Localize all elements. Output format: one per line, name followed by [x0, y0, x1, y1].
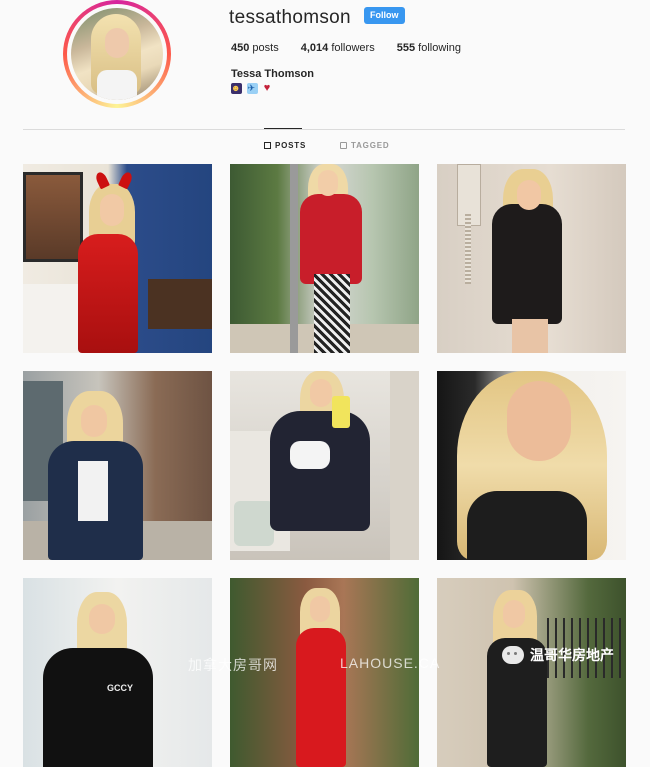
person-face: [81, 405, 107, 437]
post-thumbnail[interactable]: [437, 578, 626, 767]
tab-tagged-label: TAGGED: [351, 141, 390, 150]
post-thumbnail[interactable]: [437, 164, 626, 353]
posts-grid: GCCY: [23, 164, 626, 767]
following-stat[interactable]: 555 following: [397, 42, 461, 54]
avatar-face: [105, 28, 129, 58]
post-thumbnail[interactable]: [230, 164, 419, 353]
tab-tagged[interactable]: TAGGED: [340, 141, 389, 150]
black-sweatshirt: [43, 648, 153, 767]
posts-count: 450: [231, 42, 250, 54]
watermark-middle: LAHOUSE.CA: [340, 655, 441, 671]
legs: [512, 319, 548, 353]
grid-icon: [264, 142, 271, 149]
followers-label: followers: [331, 42, 375, 54]
profile-bio: ☻ ✈ ♥: [231, 83, 274, 94]
post-thumbnail[interactable]: GCCY: [23, 578, 212, 767]
dark-outfit: [270, 411, 370, 531]
avatar[interactable]: [71, 8, 163, 100]
window-frame: [290, 164, 298, 353]
post-thumbnail[interactable]: [230, 371, 419, 560]
white-top: [290, 441, 330, 469]
post-thumbnail[interactable]: [437, 371, 626, 560]
profile-username: tessathomson: [229, 7, 351, 28]
checkered-pants: [314, 274, 350, 353]
followers-stat[interactable]: 4,014 followers: [301, 42, 375, 54]
tabs-divider: [23, 129, 625, 130]
tag-icon: [340, 142, 347, 149]
following-count: 555: [396, 42, 416, 54]
followers-count: 4,014: [300, 42, 329, 54]
person-face: [310, 379, 332, 407]
person-face: [100, 194, 124, 226]
red-costume: [78, 234, 138, 353]
mirror-edge: [390, 371, 419, 560]
post-thumbnail[interactable]: [23, 164, 212, 353]
active-tab-indicator: [264, 128, 302, 129]
person-face: [517, 180, 541, 210]
person-face: [318, 170, 338, 196]
red-dress: [296, 628, 346, 767]
heart-emoji-icon: ♥: [263, 82, 273, 94]
posts-label: posts: [252, 42, 279, 54]
post-thumbnail[interactable]: [23, 371, 212, 560]
white-shirt: [78, 461, 108, 521]
wall-painting: [23, 172, 83, 262]
yellow-phone: [332, 396, 350, 428]
airplane-emoji-icon: ✈: [246, 83, 258, 94]
devil-horn-right: [118, 170, 134, 190]
watermark-right: 温哥华房地产: [502, 645, 614, 665]
follow-button[interactable]: Follow: [364, 7, 405, 24]
avatar-top: [97, 70, 137, 100]
avatar-border: [67, 4, 167, 104]
person-face: [310, 596, 330, 622]
red-sweater: [300, 194, 362, 284]
profile-stats: 450 posts 4,014 followers 555 following: [231, 42, 483, 54]
wechat-icon: [502, 646, 524, 664]
side-table: [148, 279, 212, 329]
phone-cord: [465, 214, 471, 284]
person-face: [89, 604, 115, 634]
profile-avatar-ring[interactable]: [63, 0, 171, 108]
watermark-right-text: 温哥华房地产: [530, 647, 614, 663]
black-top: [467, 491, 587, 560]
tab-posts-label: POSTS: [275, 141, 307, 150]
profile-full-name: Tessa Thomson: [231, 68, 314, 80]
nerd-face-emoji-icon: ☻: [231, 83, 243, 94]
person-face: [507, 381, 571, 461]
posts-stat: 450 posts: [231, 42, 279, 54]
person-face: [503, 600, 525, 628]
watermark-left: 加拿大房哥网: [188, 657, 278, 673]
black-dress: [492, 204, 562, 324]
tab-posts[interactable]: POSTS: [264, 141, 306, 150]
following-label: following: [418, 42, 461, 54]
handbag: [234, 501, 274, 546]
